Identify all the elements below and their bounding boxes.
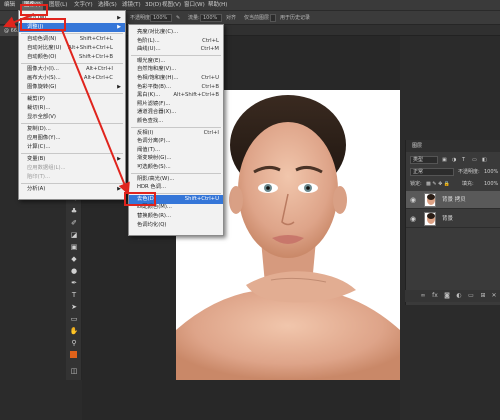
visibility-eye-icon[interactable]: ◉ <box>410 215 418 223</box>
filter-pixel-icon[interactable]: ▣ <box>442 156 447 164</box>
new-group-icon[interactable]: ▭ <box>467 292 475 300</box>
arrow-to-menu <box>3 13 35 28</box>
layer-mask-icon[interactable]: ◙ <box>443 292 451 300</box>
fill-label: 填充: <box>462 181 474 187</box>
blend-mode-select[interactable]: 正常 <box>410 168 454 176</box>
layer-style-icon[interactable]: fx <box>431 292 439 300</box>
visibility-eye-icon[interactable]: ◉ <box>410 196 418 204</box>
filter-smart-icon[interactable]: ◧ <box>482 156 487 164</box>
layer-row[interactable]: ◉ 背景 <box>406 210 500 228</box>
layer-name[interactable]: 背景 拷贝 <box>442 196 466 204</box>
delete-layer-icon[interactable]: ✕ <box>490 292 498 300</box>
layer-name[interactable]: 背景 <box>442 215 453 223</box>
layer-kind-filter[interactable]: 类型 <box>410 156 438 164</box>
layers-tab[interactable]: 图层 <box>412 142 422 151</box>
opacity-value[interactable]: 100% <box>484 168 498 176</box>
new-layer-icon[interactable]: ⊞ <box>479 292 487 300</box>
layer-thumbnail <box>424 212 436 226</box>
layer-row[interactable]: ◉ 背景 拷贝 <box>406 191 500 209</box>
layers-panel: 图层 类型 ▣ ◑ T ▭ ◧ 正常 不透明度: 100% 锁定: ▩ ✎ ✥ … <box>405 140 500 305</box>
fill-value[interactable]: 100% <box>484 180 498 188</box>
filter-shape-icon[interactable]: ▭ <box>472 156 477 164</box>
layers-panel-footer: ∞ fx ◙ ◐ ▭ ⊞ ✕ <box>405 290 500 302</box>
opacity-label: 不透明度: <box>458 169 480 175</box>
filter-type-icon[interactable]: T <box>462 156 465 164</box>
lock-icons[interactable]: ▩ ✎ ✥ 🔒 <box>426 180 450 188</box>
lock-label: 锁定: <box>410 181 422 187</box>
filter-adjust-icon[interactable]: ◑ <box>452 156 456 164</box>
layer-thumbnail <box>424 193 436 207</box>
adjustment-layer-icon[interactable]: ◐ <box>455 292 463 300</box>
link-layers-icon[interactable]: ∞ <box>419 292 427 300</box>
arrow-to-desaturate <box>61 29 130 195</box>
